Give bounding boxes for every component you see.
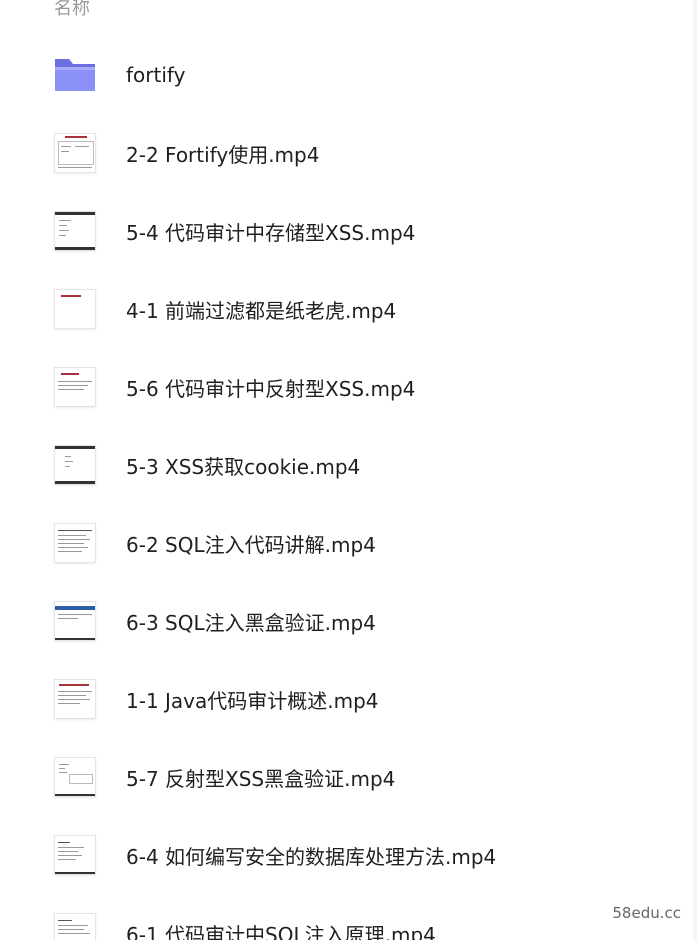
video-thumbnail-icon [54, 523, 96, 563]
list-item[interactable]: 6-1 代码审计中SQL注入原理.mp4 [0, 894, 697, 940]
watermark: 58edu.cc [612, 904, 681, 922]
list-item[interactable]: 5-4 代码审计中存储型XSS.mp4 [0, 192, 697, 270]
file-name: 5-3 XSS获取cookie.mp4 [126, 454, 361, 479]
list-item[interactable]: 2-2 Fortify使用.mp4 [0, 114, 697, 192]
video-thumbnail-icon [54, 835, 96, 875]
file-name: 6-1 代码审计中SQL注入原理.mp4 [126, 922, 436, 940]
file-name: 5-7 反射型XSS黑盒验证.mp4 [126, 766, 396, 791]
file-name: 5-4 代码审计中存储型XSS.mp4 [126, 220, 416, 245]
file-name: 6-3 SQL注入黑盒验证.mp4 [126, 610, 376, 635]
list-item[interactable]: 5-3 XSS获取cookie.mp4 [0, 426, 697, 504]
list-item[interactable]: 4-1 前端过滤都是纸老虎.mp4 [0, 270, 697, 348]
list-item[interactable]: 5-6 代码审计中反射型XSS.mp4 [0, 348, 697, 426]
list-item[interactable]: 6-4 如何编写安全的数据库处理方法.mp4 [0, 816, 697, 894]
video-thumbnail-icon [54, 913, 96, 940]
file-name: 5-6 代码审计中反射型XSS.mp4 [126, 376, 416, 401]
video-thumbnail-icon [54, 757, 96, 797]
file-name: 2-2 Fortify使用.mp4 [126, 142, 320, 167]
file-name: 6-4 如何编写安全的数据库处理方法.mp4 [126, 844, 497, 869]
folder-icon [54, 55, 96, 95]
video-thumbnail-icon [54, 679, 96, 719]
file-name: 4-1 前端过滤都是纸老虎.mp4 [126, 298, 397, 323]
video-thumbnail-icon [54, 445, 96, 485]
video-thumbnail-icon [54, 133, 96, 173]
file-list: fortify 2-2 Fortify使用.mp4 5-4 代码审计中存储型XS… [0, 36, 697, 940]
list-item[interactable]: 6-2 SQL注入代码讲解.mp4 [0, 504, 697, 582]
list-item[interactable]: fortify [0, 36, 697, 114]
list-item[interactable]: 1-1 Java代码审计概述.mp4 [0, 660, 697, 738]
list-item[interactable]: 6-3 SQL注入黑盒验证.mp4 [0, 582, 697, 660]
file-name: 6-2 SQL注入代码讲解.mp4 [126, 532, 376, 557]
video-thumbnail-icon [54, 211, 96, 251]
name-column-header[interactable]: 名称 [54, 0, 90, 20]
video-thumbnail-icon [54, 367, 96, 407]
file-name: fortify [126, 63, 186, 87]
file-explorer-view: 名称 fortify 2-2 Fortify使用.mp4 5-4 代码审计中存储… [0, 0, 697, 940]
video-thumbnail-icon [54, 601, 96, 641]
file-name: 1-1 Java代码审计概述.mp4 [126, 688, 379, 713]
list-item[interactable]: 5-7 反射型XSS黑盒验证.mp4 [0, 738, 697, 816]
video-thumbnail-icon [54, 289, 96, 329]
